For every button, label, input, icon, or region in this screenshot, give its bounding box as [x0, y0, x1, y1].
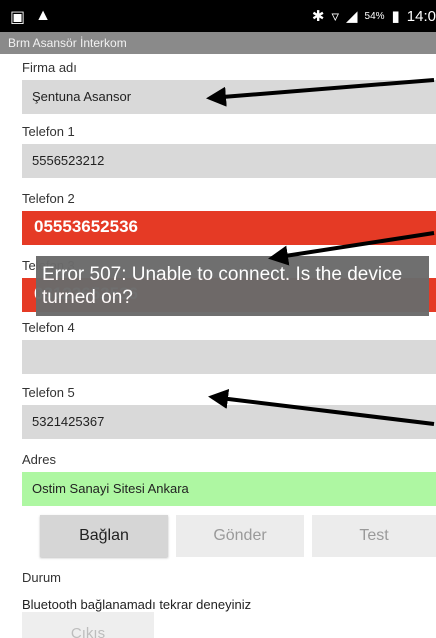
bluetooth-icon: ✱	[311, 8, 325, 25]
signal-icon: ◢	[345, 8, 358, 25]
telefon4-label: Telefon 4	[22, 320, 75, 335]
warning-icon: ▲	[35, 7, 51, 24]
firma-input[interactable]: Şentuna Asansor	[22, 80, 436, 114]
image-icon: ▣	[10, 9, 26, 26]
send-button[interactable]: Gönder	[176, 515, 304, 557]
telefon1-label: Telefon 1	[22, 124, 75, 139]
status-bar: ▣ ▲ ✱ ▿ ◢ 54% ▮ 14:0	[0, 0, 436, 32]
adres-label: Adres	[22, 452, 56, 467]
telefon2-input[interactable]: 05553652536	[22, 211, 436, 245]
durum-label: Durum	[22, 570, 62, 585]
adres-input[interactable]: Ostim Sanayi Sitesi Ankara	[22, 472, 436, 506]
telefon4-input[interactable]	[22, 340, 436, 374]
telefon5-label: Telefon 5	[22, 385, 75, 400]
error-toast: Error 507: Unable to connect. Is the dev…	[36, 256, 429, 316]
connect-button[interactable]: Bağlan	[40, 515, 168, 557]
firma-label: Firma adı	[22, 60, 77, 75]
exit-button[interactable]: Çıkış	[22, 612, 154, 638]
wifi-icon: ▿	[331, 8, 339, 25]
telefon2-label: Telefon 2	[22, 191, 75, 206]
telefon5-input[interactable]: 5321425367	[22, 405, 436, 439]
battery-icon: ▮	[391, 8, 400, 25]
telefon1-input[interactable]: 5556523212	[22, 144, 436, 178]
clock: 14:0	[406, 7, 436, 25]
durum-message: Bluetooth bağlanamadı tekrar deneyiniz	[22, 597, 252, 612]
app-title: Brm Asansör İnterkom	[0, 32, 436, 54]
battery-percent: 54%	[364, 10, 385, 22]
test-button[interactable]: Test	[312, 515, 436, 557]
